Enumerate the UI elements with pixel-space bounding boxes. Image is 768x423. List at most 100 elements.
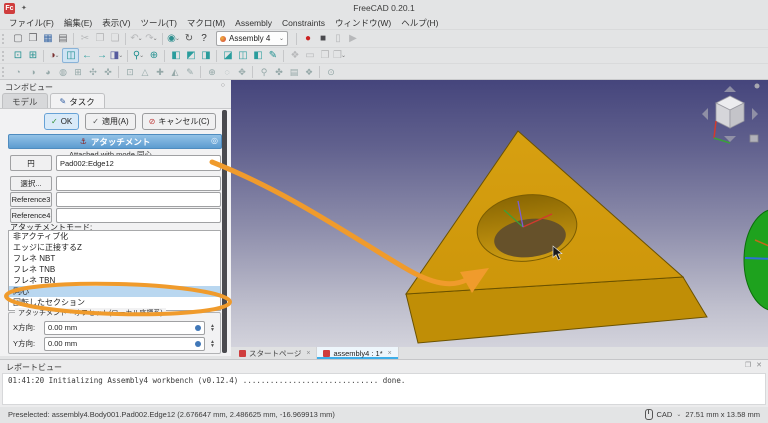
zoom-icon[interactable]: ⚲ ⌄ (131, 49, 146, 63)
asm4-tool-icon-5[interactable]: ⊞ (70, 65, 85, 79)
3d-viewport[interactable] (231, 80, 768, 347)
reference2-button[interactable]: 選択... (10, 176, 52, 191)
asm4-tool-icon-8[interactable]: ⊡ (122, 65, 137, 79)
menu-file[interactable]: ファイル(F) (4, 17, 59, 29)
paste-icon[interactable]: ❏ (107, 32, 122, 46)
asm4-tool-icon-16[interactable]: ⚲ (256, 65, 271, 79)
std-views-icon[interactable]: ◨ ⌄ (109, 49, 124, 63)
menu-assembly[interactable]: Assembly (230, 18, 277, 28)
copy-icon[interactable]: ❐ (92, 32, 107, 46)
macro-play-icon[interactable]: ▶ (345, 32, 360, 46)
nav-style-selector[interactable]: CAD (657, 410, 673, 419)
box-select-icon[interactable]: ▭ (302, 49, 317, 63)
workbench-selector[interactable]: Assembly 4 ⌄ (216, 31, 288, 46)
tab-task[interactable]: ✎ タスク (49, 93, 105, 108)
asm4-tool-icon-2[interactable]: ◑ (25, 65, 40, 79)
mode-frenet-nbt[interactable]: フレネ NBT (9, 253, 220, 264)
asm4-tool-icon-11[interactable]: ◭ (167, 65, 182, 79)
panel-scrollbar[interactable] (222, 110, 227, 353)
dock-float-icon[interactable]: ○ (221, 82, 225, 89)
asm4-tool-icon-4[interactable]: ◍ (55, 65, 70, 79)
mode-revolution-section[interactable]: 回転したセクション (9, 297, 220, 308)
view-bottom-icon[interactable]: ◫ (235, 49, 250, 63)
report-float-icon[interactable]: ❐ (745, 361, 751, 369)
view-left-icon[interactable]: ◧ (250, 49, 265, 63)
workbench-shield-icon[interactable]: ◉ ⌄ (166, 32, 181, 46)
asm4-tool-icon-17[interactable]: ✤ (271, 65, 286, 79)
triangular-part[interactable] (405, 130, 708, 344)
navigation-cube[interactable] (702, 83, 760, 144)
tab-assembly4-document[interactable]: assembly4 : 1* × (317, 347, 399, 359)
menu-tools[interactable]: ツール(T) (136, 17, 182, 29)
view-back-icon[interactable]: ← (79, 49, 94, 63)
asm4-tool-icon-7[interactable]: ✜ (100, 65, 115, 79)
isometric-view-icon[interactable]: ◫ (62, 48, 79, 63)
asm4-tool-icon-15[interactable]: ✥ (234, 65, 249, 79)
mode-frenet-tbn[interactable]: フレネ TBN (9, 275, 220, 286)
print-icon[interactable]: ▤ (55, 32, 70, 46)
menu-help[interactable]: ヘルプ(H) (396, 17, 443, 29)
reference3-button[interactable]: Reference3 (10, 192, 52, 207)
mode-z-tangent-to-edge[interactable]: エッジに正接するZ (9, 242, 220, 253)
reference4-button[interactable]: Reference4 (10, 208, 52, 223)
asm4-tool-icon-14[interactable]: ◌ (219, 65, 234, 79)
sync-view-icon[interactable]: ❖ (287, 49, 302, 63)
asm4-tool-icon-6[interactable]: ✣ (85, 65, 100, 79)
close-icon[interactable]: × (306, 350, 310, 357)
draw-style-icon[interactable]: ◑ ⌄ (47, 49, 62, 63)
reference4-field[interactable] (56, 208, 221, 223)
asm4-tool-icon-12[interactable]: ✎ (182, 65, 197, 79)
view-rear-icon[interactable]: ◪ (220, 49, 235, 63)
view-forward-icon[interactable]: → (94, 49, 109, 63)
asm4-tool-icon-3[interactable]: ◕ (40, 65, 55, 79)
apply-button[interactable]: ✓ 適用(A) (85, 113, 136, 130)
save-icon[interactable]: ▦ (40, 32, 55, 46)
fit-selection-icon[interactable]: ⊞ (25, 49, 40, 63)
cancel-button[interactable]: ⊘ キャンセル(C) (141, 113, 217, 130)
tab-model[interactable]: モデル (2, 93, 48, 108)
new-file-icon[interactable]: ▢ (10, 32, 25, 46)
expression-icon[interactable] (195, 324, 201, 331)
mode-concentric[interactable]: 同心 (9, 286, 220, 297)
attachment-mode-list[interactable]: 非アクティブ化 エッジに正接するZ フレネ NBT フレネ TNB フレネ TBN 同心回… (8, 230, 221, 311)
menu-view[interactable]: 表示(V) (97, 17, 135, 29)
asm4-tool-icon-19[interactable]: ❖ (301, 65, 316, 79)
tab-start-page[interactable]: スタートページ × (233, 347, 318, 359)
report-close-icon[interactable]: ✕ (756, 361, 762, 369)
offset-x-spinner[interactable]: ▲ ▼ (208, 323, 217, 332)
asm4-tool-icon-1[interactable]: ◔ (10, 65, 25, 79)
mode-deactivated[interactable]: 非アクティブ化 (9, 231, 220, 242)
cut-icon[interactable]: ✂ (77, 32, 92, 46)
asm4-tool-icon-20[interactable]: ⊙ (323, 65, 338, 79)
asm4-tool-icon-9[interactable]: △ (137, 65, 152, 79)
measure-icon[interactable]: ✎ (265, 49, 280, 63)
ok-button[interactable]: ✓ OK (44, 113, 80, 130)
undo-icon[interactable]: ↶ ⌄ (129, 32, 144, 46)
view-front-icon[interactable]: ◧ (168, 49, 183, 63)
menu-macro[interactable]: マクロ(M) (182, 17, 230, 29)
asm4-tool-icon-13[interactable]: ⊕ (204, 65, 219, 79)
view-top-icon[interactable]: ◩ (183, 49, 198, 63)
asm4-tool-icon-18[interactable]: ▤ (286, 65, 301, 79)
reference1-button[interactable]: 円 (10, 155, 52, 171)
fit-all-icon[interactable]: ⊡ (10, 49, 25, 63)
reference2-field[interactable] (56, 176, 221, 191)
reference3-field[interactable] (56, 192, 221, 207)
close-icon[interactable]: × (388, 350, 392, 357)
toolbar-drag-handle[interactable] (2, 33, 7, 44)
chevron-down-icon[interactable]: ⌄ (676, 411, 681, 418)
whats-this-icon[interactable]: ? (196, 32, 211, 46)
attachment-section-header[interactable]: ⚓ アタッチメント ◎ (8, 134, 222, 149)
offset-x-field[interactable]: 0.00 mm (44, 320, 205, 335)
menu-windows[interactable]: ウィンドウ(W) (330, 17, 396, 29)
menu-edit[interactable]: 編集(E) (59, 17, 97, 29)
macro-stop-icon[interactable]: ■ (315, 32, 330, 46)
view-right-icon[interactable]: ◨ (198, 49, 213, 63)
axonometric-icon[interactable]: ⊕ (146, 49, 161, 63)
offset-y-field[interactable]: 0.00 mm (44, 336, 205, 351)
macro-step-icon[interactable]: ▯ (330, 32, 345, 46)
expression-icon[interactable] (195, 340, 201, 347)
macro-record-icon[interactable]: ● (300, 32, 315, 46)
redo-icon[interactable]: ↷ ⌄ (144, 32, 159, 46)
asm4-tool-icon-10[interactable]: ✚ (152, 65, 167, 79)
